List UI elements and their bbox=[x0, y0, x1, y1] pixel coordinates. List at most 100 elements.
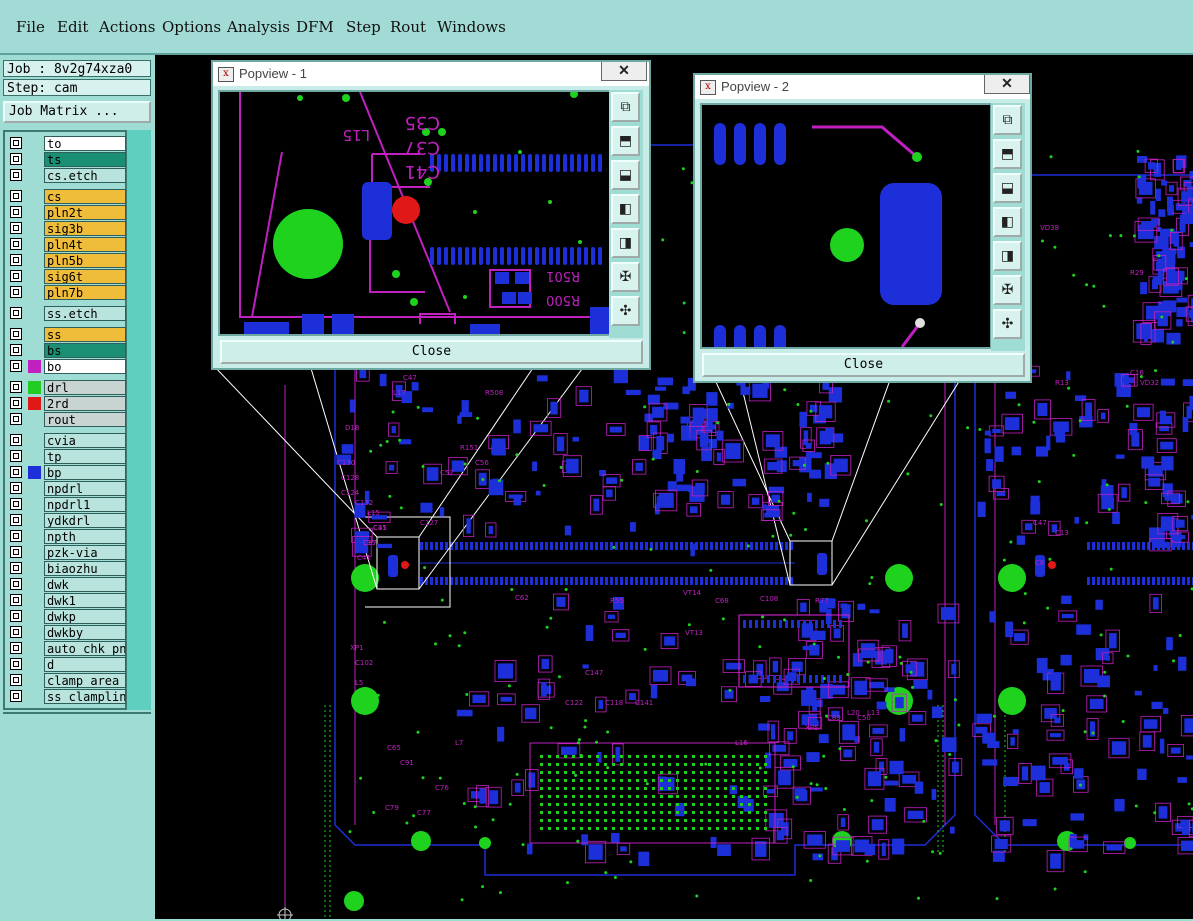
layer-row-sig6t[interactable]: sig6t bbox=[8, 269, 126, 284]
layer-name[interactable]: npth bbox=[44, 529, 126, 544]
pan-left-icon[interactable]: ◧ bbox=[993, 207, 1022, 237]
layer-checkbox[interactable] bbox=[10, 206, 22, 218]
layer-row-dwk[interactable]: dwk bbox=[8, 577, 126, 592]
layer-row-rout[interactable]: rout bbox=[8, 412, 126, 427]
layer-name[interactable]: cs bbox=[44, 189, 126, 204]
layer-name[interactable]: drl bbox=[44, 380, 126, 395]
layer-checkbox[interactable] bbox=[10, 658, 22, 670]
zoom-out-icon[interactable]: ✣ bbox=[993, 309, 1022, 339]
popview-2-view[interactable] bbox=[700, 103, 992, 349]
popview-1-view[interactable]: C35 C37 C41 L15 R501 R500 bbox=[218, 90, 612, 336]
layer-checkbox[interactable] bbox=[10, 286, 22, 298]
menu-windows[interactable]: Windows bbox=[437, 18, 506, 36]
layer-name[interactable]: dwkp bbox=[44, 609, 126, 624]
layer-row-npdrl1[interactable]: npdrl1 bbox=[8, 497, 126, 512]
layer-row-pln4t[interactable]: pln4t bbox=[8, 237, 126, 252]
layer-name[interactable]: dwk1 bbox=[44, 593, 126, 608]
layer-checkbox[interactable] bbox=[10, 328, 22, 340]
layer-name[interactable]: pln7b bbox=[44, 285, 126, 300]
menu-rout[interactable]: Rout bbox=[390, 18, 426, 36]
layer-checkbox[interactable] bbox=[10, 222, 22, 234]
layer-row-pln7b[interactable]: pln7b bbox=[8, 285, 126, 300]
layer-checkbox[interactable] bbox=[10, 137, 22, 149]
layer-row-clamp_area[interactable]: clamp_area bbox=[8, 673, 126, 688]
layer-row-2rd[interactable]: 2rd bbox=[8, 396, 126, 411]
layer-name[interactable]: 2rd bbox=[44, 396, 126, 411]
layer-row-auto_chk_pn1[interactable]: auto_chk_pn1 bbox=[8, 641, 126, 656]
layer-name[interactable]: ss bbox=[44, 327, 126, 342]
layer-row-sig3b[interactable]: sig3b bbox=[8, 221, 126, 236]
zoom-out-icon[interactable]: ✣ bbox=[611, 296, 640, 326]
layer-name[interactable]: ts bbox=[44, 152, 126, 167]
layer-checkbox[interactable] bbox=[10, 482, 22, 494]
layer-name[interactable]: pln2t bbox=[44, 205, 126, 220]
menu-dfm[interactable]: DFM bbox=[296, 18, 334, 36]
layer-name[interactable]: bs bbox=[44, 343, 126, 358]
layer-name[interactable]: npdrl1 bbox=[44, 497, 126, 512]
layer-checkbox[interactable] bbox=[10, 413, 22, 425]
layer-row-dwkby[interactable]: dwkby bbox=[8, 625, 126, 640]
layer-row-cs.etch[interactable]: cs.etch bbox=[8, 168, 126, 183]
layer-checkbox[interactable] bbox=[10, 254, 22, 266]
layer-row-bs[interactable]: bs bbox=[8, 343, 126, 358]
layer-row-dwk1[interactable]: dwk1 bbox=[8, 593, 126, 608]
layer-name[interactable]: clamp_area bbox=[44, 673, 126, 688]
menu-edit[interactable]: Edit bbox=[57, 18, 88, 36]
layer-checkbox[interactable] bbox=[10, 610, 22, 622]
pan-up-icon[interactable]: ⬒ bbox=[611, 126, 640, 156]
layer-row-ss[interactable]: ss bbox=[8, 327, 126, 342]
layer-name[interactable]: sig3b bbox=[44, 221, 126, 236]
zoom-fit-icon[interactable]: ⧉ bbox=[611, 92, 640, 122]
layer-row-bp[interactable]: bp bbox=[8, 465, 126, 480]
layer-name[interactable]: pln5b bbox=[44, 253, 126, 268]
layer-name[interactable]: bo bbox=[44, 359, 126, 374]
layer-name[interactable]: ss_clampline bbox=[44, 689, 126, 704]
layer-checkbox[interactable] bbox=[10, 498, 22, 510]
zoom-in-icon[interactable]: ✠ bbox=[611, 262, 640, 292]
pan-left-icon[interactable]: ◧ bbox=[611, 194, 640, 224]
close-icon[interactable]: ✕ bbox=[984, 75, 1030, 94]
layer-name[interactable]: npdrl bbox=[44, 481, 126, 496]
layer-name[interactable]: rout bbox=[44, 412, 126, 427]
layer-row-cvia[interactable]: cvia bbox=[8, 433, 126, 448]
layer-row-dwkp[interactable]: dwkp bbox=[8, 609, 126, 624]
pan-right-icon[interactable]: ◨ bbox=[993, 241, 1022, 271]
popview-2-close-button[interactable]: Close bbox=[702, 353, 1025, 377]
job-matrix-button[interactable]: Job Matrix ... bbox=[3, 101, 151, 123]
layer-row-bo[interactable]: bo bbox=[8, 359, 126, 374]
layer-color-swatch[interactable] bbox=[28, 360, 41, 373]
layer-checkbox[interactable] bbox=[10, 450, 22, 462]
layer-name[interactable]: d bbox=[44, 657, 126, 672]
layer-row-ts[interactable]: ts bbox=[8, 152, 126, 167]
layer-name[interactable]: cs.etch bbox=[44, 168, 126, 183]
layer-row-pln5b[interactable]: pln5b bbox=[8, 253, 126, 268]
layer-checkbox[interactable] bbox=[10, 466, 22, 478]
layer-row-pzk-via[interactable]: pzk-via bbox=[8, 545, 126, 560]
layer-row-cs[interactable]: cs bbox=[8, 189, 126, 204]
layer-row-d[interactable]: d bbox=[8, 657, 126, 672]
menu-actions[interactable]: Actions bbox=[99, 18, 155, 36]
layer-name[interactable]: dwk bbox=[44, 577, 126, 592]
layer-name[interactable]: ydkdrl bbox=[44, 513, 126, 528]
layer-checkbox[interactable] bbox=[10, 381, 22, 393]
layer-checkbox[interactable] bbox=[10, 307, 22, 319]
layer-row-to[interactable]: to bbox=[8, 136, 126, 151]
layer-checkbox[interactable] bbox=[10, 169, 22, 181]
layer-color-swatch[interactable] bbox=[28, 381, 41, 394]
layer-name[interactable]: to bbox=[44, 136, 126, 151]
layer-name[interactable]: auto_chk_pn1 bbox=[44, 641, 126, 656]
pan-up-icon[interactable]: ⬒ bbox=[993, 139, 1022, 169]
layer-checkbox[interactable] bbox=[10, 578, 22, 590]
layer-name[interactable]: cvia bbox=[44, 433, 126, 448]
zoom-in-icon[interactable]: ✠ bbox=[993, 275, 1022, 305]
layer-name[interactable]: pzk-via bbox=[44, 545, 126, 560]
layer-checkbox[interactable] bbox=[10, 642, 22, 654]
layer-checkbox[interactable] bbox=[10, 397, 22, 409]
layer-checkbox[interactable] bbox=[10, 238, 22, 250]
layer-row-biaozhu[interactable]: biaozhu bbox=[8, 561, 126, 576]
layer-name[interactable]: dwkby bbox=[44, 625, 126, 640]
layer-name[interactable]: bp bbox=[44, 465, 126, 480]
pan-right-icon[interactable]: ◨ bbox=[611, 228, 640, 258]
layer-row-npth[interactable]: npth bbox=[8, 529, 126, 544]
layer-checkbox[interactable] bbox=[10, 514, 22, 526]
